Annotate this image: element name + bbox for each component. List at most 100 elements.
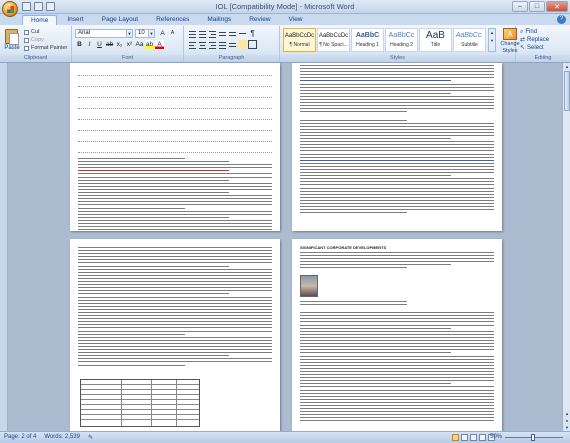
increase-indent-icon[interactable] <box>228 29 237 38</box>
align-center-icon[interactable] <box>198 40 207 49</box>
help-icon[interactable]: ? <box>557 15 566 24</box>
page-indicator[interactable]: Page: 2 of 4 <box>4 434 36 441</box>
vertical-ruler[interactable] <box>0 63 8 431</box>
toc-row <box>78 109 272 120</box>
format-painter-button[interactable]: Format Painter <box>24 44 67 52</box>
toc-row <box>78 131 272 142</box>
tab-references[interactable]: References <box>148 15 197 25</box>
tab-review[interactable]: Review <box>241 15 278 25</box>
style-sample: AaB <box>426 30 445 41</box>
align-left-icon[interactable] <box>188 40 197 49</box>
superscript-button[interactable]: x² <box>125 40 134 49</box>
full-screen-reading-icon[interactable] <box>461 434 468 441</box>
office-button[interactable] <box>2 1 18 17</box>
style-title[interactable]: AaB Title <box>419 28 452 52</box>
line-spacing-icon[interactable] <box>228 40 237 49</box>
zoom-slider[interactable] <box>505 434 563 441</box>
minimize-button[interactable]: – <box>512 1 528 12</box>
previous-page-icon[interactable]: ▲ <box>563 410 570 417</box>
styles-group: AaBbCcDc ¶ Normal AaBbCcDc ¶ No Spaci...… <box>280 26 520 62</box>
page-2[interactable] <box>292 63 502 231</box>
copy-button[interactable]: Copy <box>24 36 67 44</box>
sort-icon[interactable] <box>238 29 247 38</box>
close-button[interactable]: ✕ <box>546 1 568 12</box>
style-sample: AaBbC <box>355 32 380 39</box>
tab-home[interactable]: Home <box>22 15 58 25</box>
page-3[interactable] <box>70 239 280 431</box>
replace-label: Replace <box>527 37 550 43</box>
maximize-button[interactable]: □ <box>529 1 545 12</box>
select-browse-object-icon[interactable]: ● <box>563 417 570 424</box>
chevron-down-icon[interactable]: ▼ <box>126 30 132 37</box>
page-1[interactable] <box>70 63 280 231</box>
word-count[interactable]: Words: 2,539 <box>44 434 80 441</box>
office-logo-icon <box>7 6 14 13</box>
numbering-icon[interactable] <box>198 29 207 38</box>
style-sample: AaBbCcDc <box>318 33 349 39</box>
toc-row <box>78 87 272 98</box>
font-size-box[interactable]: 10 ▼ <box>135 29 155 38</box>
clipboard-group: Paste Cut Copy Format Painter Clipboard <box>0 26 72 62</box>
select-button[interactable]: ↖ Select <box>520 44 549 52</box>
justify-icon[interactable] <box>218 40 227 49</box>
tab-view[interactable]: View <box>281 15 311 25</box>
paragraph-group-label: Paragraph <box>184 55 279 62</box>
change-styles-icon: A <box>503 28 517 40</box>
shrink-font-icon[interactable]: A <box>168 29 177 38</box>
style-heading-2[interactable]: AaBbCc Heading 2 <box>385 28 418 52</box>
multilevel-list-icon[interactable] <box>208 29 217 38</box>
strikethrough-button[interactable]: ab <box>105 40 114 49</box>
tab-page-layout[interactable]: Page Layout <box>94 15 147 25</box>
grow-font-icon[interactable]: A <box>158 29 167 38</box>
style-sample: AaBbCcDc <box>284 33 315 39</box>
font-name-box[interactable]: Arial ▼ <box>75 29 133 38</box>
style-heading-1[interactable]: AaBbC Heading 1 <box>351 28 384 52</box>
change-case-button[interactable]: Aa <box>135 40 144 49</box>
bold-button[interactable]: B <box>75 40 84 49</box>
show-formatting-icon[interactable]: ¶ <box>248 29 257 38</box>
font-size-value: 10 <box>138 30 145 36</box>
shading-icon[interactable] <box>238 40 247 49</box>
highlight-button[interactable]: ab <box>145 40 154 49</box>
font-name-value: Arial <box>78 30 91 36</box>
scroll-up-icon[interactable]: ▲ <box>563 63 570 70</box>
subscript-button[interactable]: x₂ <box>115 40 124 49</box>
borders-icon[interactable] <box>248 40 257 49</box>
format-painter-label: Format Painter <box>31 45 68 51</box>
align-right-icon[interactable] <box>208 40 217 49</box>
find-button[interactable]: ⌕ Find <box>520 28 549 36</box>
find-label: Find <box>525 29 538 35</box>
font-color-button[interactable]: A <box>155 40 164 49</box>
outline-icon[interactable] <box>479 434 486 441</box>
replace-icon: ⇄ <box>520 37 526 43</box>
print-layout-icon[interactable] <box>452 434 459 441</box>
document-area[interactable]: SIGNIFICANT CORPORATE DEVELOPMENTS <box>8 63 562 431</box>
paste-label: Paste <box>4 45 20 51</box>
styles-scroll[interactable]: ▲ ▼ <box>488 28 496 52</box>
style-subtitle[interactable]: AaBbCc. Subtitle <box>453 28 486 52</box>
replace-button[interactable]: ⇄ Replace <box>520 36 549 44</box>
next-page-icon[interactable]: ▼ <box>563 424 570 431</box>
bullets-icon[interactable] <box>188 29 197 38</box>
zoom-level[interactable]: 50% <box>490 434 502 440</box>
style-name: Title <box>430 42 441 48</box>
underline-button[interactable]: U <box>95 40 104 49</box>
cursor-icon: ↖ <box>520 45 526 51</box>
paste-button[interactable]: Paste <box>3 28 21 54</box>
decrease-indent-icon[interactable] <box>218 29 227 38</box>
cut-button[interactable]: Cut <box>24 28 67 36</box>
zoom-slider-knob[interactable] <box>531 434 535 441</box>
tab-insert[interactable]: Insert <box>59 15 91 25</box>
tab-mailings[interactable]: Mailings <box>199 15 239 25</box>
window-title: IOL [Compatibility Mode] - Microsoft Wor… <box>215 2 355 11</box>
vertical-scrollbar[interactable]: ▲ ▲ ● ▼ <box>562 63 570 431</box>
style-no-spacing[interactable]: AaBbCcDc ¶ No Spaci... <box>317 28 350 52</box>
italic-button[interactable]: I <box>85 40 94 49</box>
web-layout-icon[interactable] <box>470 434 477 441</box>
scissors-icon <box>24 29 29 35</box>
proofing-icon[interactable]: ✎ <box>88 434 93 441</box>
style-normal[interactable]: AaBbCcDc ¶ Normal <box>283 28 316 52</box>
page-4[interactable]: SIGNIFICANT CORPORATE DEVELOPMENTS <box>292 239 502 431</box>
chevron-down-icon[interactable]: ▼ <box>148 30 154 37</box>
scroll-thumb[interactable] <box>564 71 570 111</box>
